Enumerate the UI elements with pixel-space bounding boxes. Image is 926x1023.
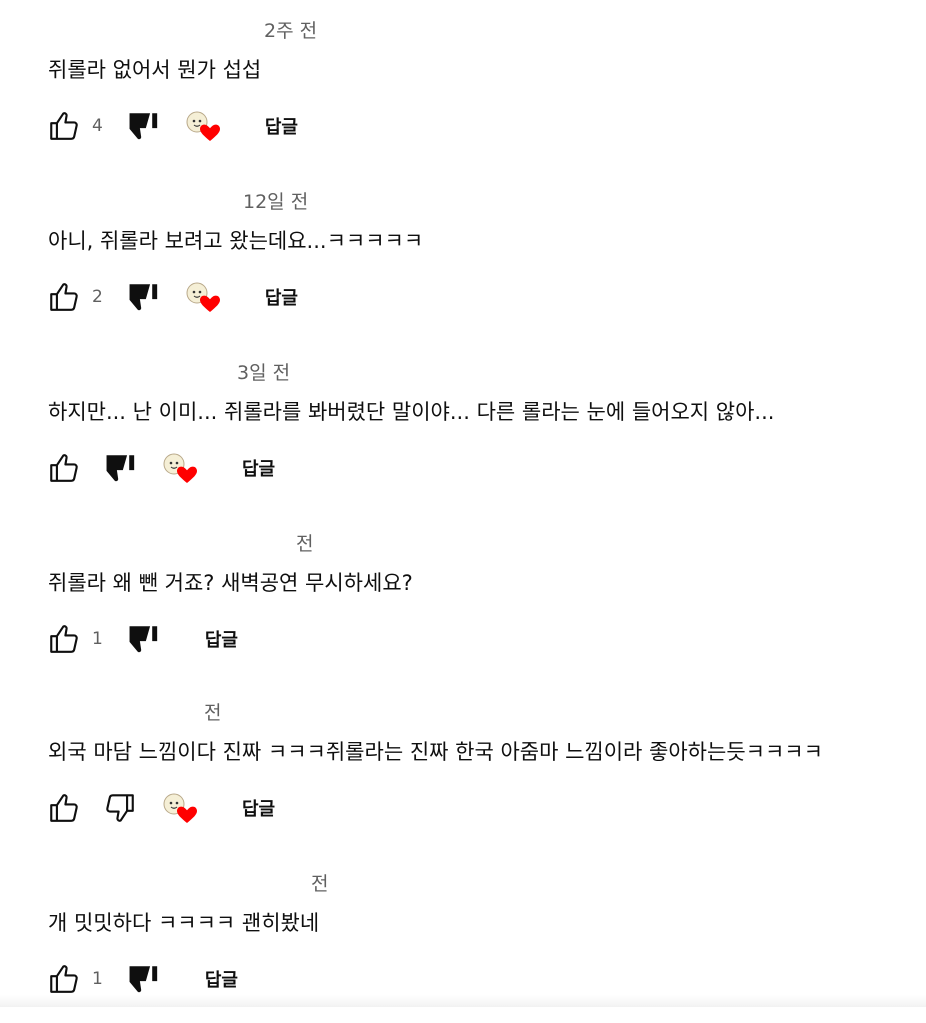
bottom-fade: [0, 995, 926, 1007]
dislike-button[interactable]: [125, 961, 161, 997]
like-button[interactable]: [46, 108, 82, 144]
comment-item: 전 쥐롤라 왜 뺀 거죠? 새벽공연 무시하세요? 1 답글: [0, 513, 926, 683]
comment-actions: 답글: [46, 790, 275, 826]
creator-heart-icon: [186, 111, 220, 141]
like-count: 1: [92, 629, 103, 649]
comment-text: 아니, 쥐롤라 보려고 왔는데요...ㅋㅋㅋㅋㅋ: [48, 229, 424, 253]
dislike-button[interactable]: [125, 621, 161, 657]
thumb-down-outline-icon: [106, 794, 134, 822]
creator-heart-icon: [163, 453, 197, 483]
comment-item: 12일 전 아니, 쥐롤라 보려고 왔는데요...ㅋㅋㅋㅋㅋ 2 답글: [0, 171, 926, 341]
comment-actions: 2 답글: [46, 279, 298, 315]
like-button[interactable]: [46, 790, 82, 826]
reply-button[interactable]: 답글: [205, 626, 238, 652]
creator-heart-badge: [160, 450, 200, 486]
like-button[interactable]: [46, 961, 82, 997]
reply-button[interactable]: 답글: [265, 113, 298, 139]
like-button[interactable]: [46, 450, 82, 486]
like-count: 1: [92, 969, 103, 989]
comment-timestamp: 전: [296, 533, 314, 555]
thumb-down-filled-icon: [129, 113, 157, 140]
comment-timestamp: 전: [311, 873, 329, 895]
reply-button[interactable]: 답글: [265, 284, 298, 310]
comment-item: 2주 전 쥐롤라 없어서 뭔가 섭섭 4 답글: [0, 0, 926, 170]
thumb-down-filled-icon: [106, 455, 135, 482]
thumb-down-filled-icon: [129, 284, 157, 311]
creator-heart-icon: [163, 793, 197, 823]
like-count: 4: [92, 116, 103, 136]
comment-timestamp: 3일 전: [237, 362, 291, 384]
thumb-up-outline-icon: [50, 454, 78, 482]
comment-timestamp: 전: [204, 702, 222, 724]
dislike-button[interactable]: [125, 108, 161, 144]
dislike-button[interactable]: [102, 790, 138, 826]
dislike-button[interactable]: [102, 450, 138, 486]
thumb-up-outline-icon: [50, 794, 78, 822]
thumb-up-outline-icon: [50, 283, 78, 311]
thumb-down-filled-icon: [129, 966, 157, 993]
reply-button[interactable]: 답글: [242, 795, 275, 821]
comment-text: 쥐롤라 왜 뺀 거죠? 새벽공연 무시하세요?: [48, 571, 413, 595]
comment-actions: 답글: [46, 450, 275, 486]
creator-heart-badge: [160, 790, 200, 826]
creator-heart-badge: [183, 279, 223, 315]
thumb-up-outline-icon: [50, 112, 78, 140]
reply-button[interactable]: 답글: [205, 966, 238, 992]
comment-actions: 4 답글: [46, 108, 298, 144]
comment-text: 하지만... 난 이미... 쥐롤라를 봐버렸단 말이야... 다른 롤라는 눈…: [48, 400, 775, 424]
thumb-up-outline-icon: [50, 965, 78, 993]
comment-timestamp: 12일 전: [243, 191, 309, 213]
comment-text: 쥐롤라 없어서 뭔가 섭섭: [48, 58, 262, 82]
reply-button[interactable]: 답글: [242, 455, 275, 481]
comment-actions: 1 답글: [46, 621, 238, 657]
creator-heart-icon: [186, 282, 220, 312]
comment-item: 전 외국 마담 느낌이다 진짜 ㅋㅋㅋ쥐롤라는 진짜 한국 아줌마 느낌이라 좋…: [0, 682, 926, 852]
like-count: 2: [92, 287, 103, 307]
comment-text: 외국 마담 느낌이다 진짜 ㅋㅋㅋ쥐롤라는 진짜 한국 아줌마 느낌이라 좋아하…: [48, 740, 823, 764]
comment-actions: 1 답글: [46, 961, 238, 997]
thumb-down-filled-icon: [129, 626, 157, 653]
comment-text: 개 밋밋하다 ㅋㅋㅋㅋ 괜히봤네: [48, 911, 320, 935]
creator-heart-badge: [183, 108, 223, 144]
dislike-button[interactable]: [125, 279, 161, 315]
like-button[interactable]: [46, 279, 82, 315]
comment-item: 3일 전 하지만... 난 이미... 쥐롤라를 봐버렸단 말이야... 다른 …: [0, 342, 926, 512]
thumb-up-outline-icon: [50, 625, 78, 653]
like-button[interactable]: [46, 621, 82, 657]
comment-timestamp: 2주 전: [264, 20, 318, 42]
